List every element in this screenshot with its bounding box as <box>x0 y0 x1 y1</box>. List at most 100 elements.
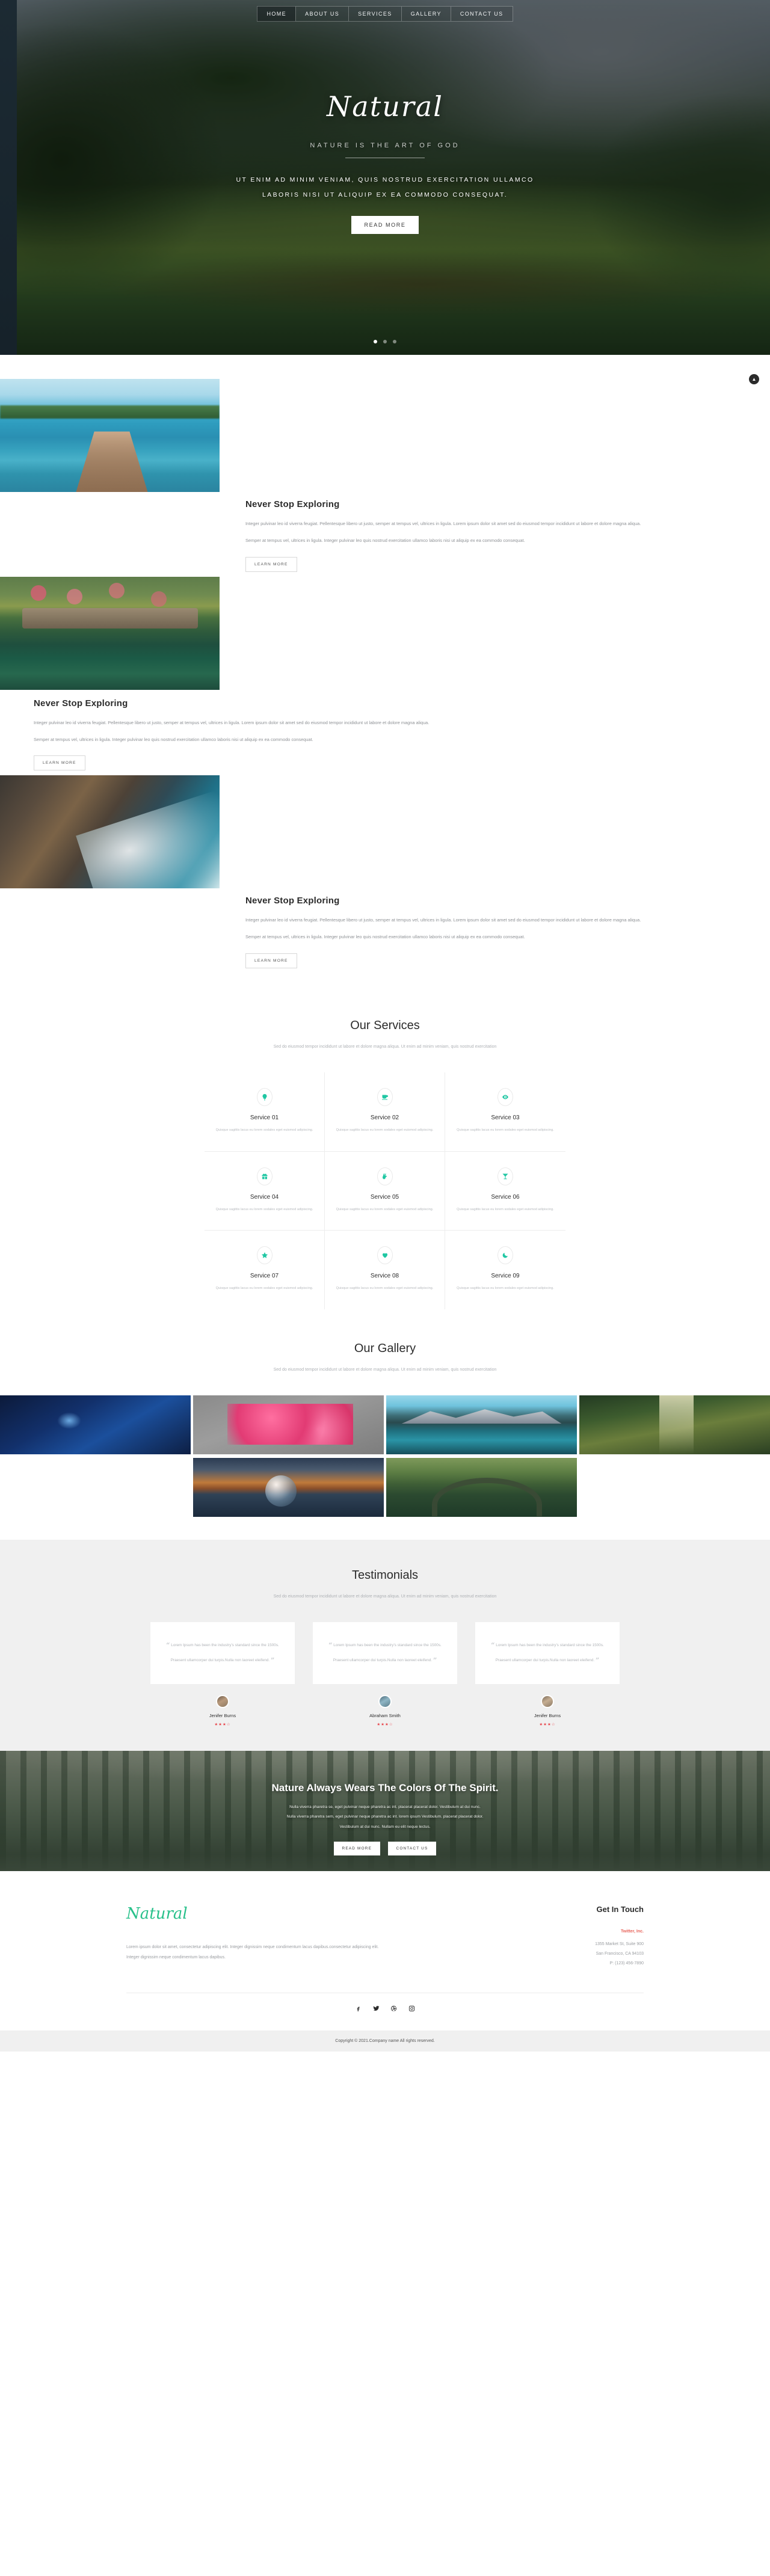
coffee-cup-icon <box>377 1087 393 1106</box>
cta-read-more-button[interactable]: READ MORE <box>333 1842 381 1856</box>
gallery-grid-row-2 <box>0 1458 770 1517</box>
about-block-3: Never Stop Exploring Integer pulvinar le… <box>0 775 770 968</box>
instagram-icon[interactable] <box>408 2004 415 2012</box>
service-card-9-title: Service 09 <box>491 1273 520 1280</box>
testimonial-1-meta: Jenifer Burns ★★★☆ <box>150 1694 295 1727</box>
testimonial-3-meta: Jenifer Burns ★★★☆ <box>475 1694 620 1727</box>
cta-buttons: READ MORE CONTACT US <box>0 1842 770 1856</box>
testimonial-2-quote: Lorem Ipsum has been the industry's stan… <box>333 1643 442 1663</box>
service-card-2[interactable]: Service 02 Quisque sagittis lacus eu lor… <box>325 1072 445 1152</box>
star-icon <box>256 1246 273 1265</box>
cta-heading: Nature Always Wears The Colors Of The Sp… <box>271 1781 499 1794</box>
gallery-image-mountain-lake[interactable] <box>386 1395 577 1455</box>
service-card-5[interactable]: Service 05 Quisque sagittis lacus eu lor… <box>325 1151 445 1231</box>
moon-icon <box>497 1246 513 1265</box>
cta-line-3: Vestibulum at dui nunc. Nullam eu elit n… <box>339 1824 431 1829</box>
service-card-3-desc: Quisque sagittis lacus eu lorem sodales … <box>457 1128 554 1132</box>
service-card-3-title: Service 03 <box>491 1114 520 1121</box>
cta-banner: Nature Always Wears The Colors Of The Sp… <box>0 1750 770 1871</box>
service-card-4[interactable]: Service 04 Quisque sagittis lacus eu lor… <box>205 1151 325 1231</box>
gallery-spacer-left <box>0 1458 191 1517</box>
dribbble-icon[interactable] <box>390 2004 397 2012</box>
cta-contact-us-button[interactable]: CONTACT US <box>387 1842 437 1856</box>
footer-contact-heading: Get In Touch <box>596 1904 644 1914</box>
services-grid: Service 01 Quisque sagittis lacus eu lor… <box>205 1072 565 1309</box>
about-block-2-learn-more-button[interactable]: LEARN MORE <box>34 755 85 771</box>
about-block-3-learn-more-button[interactable]: LEARN MORE <box>245 953 297 968</box>
gallery-image-crystal-ball-sunset[interactable] <box>193 1458 384 1517</box>
quote-open-icon: “ <box>166 1641 170 1650</box>
about-block-1-learn-more-button[interactable]: LEARN MORE <box>245 556 297 572</box>
service-card-1-desc: Quisque sagittis lacus eu lorem sodales … <box>215 1128 313 1132</box>
hero-dot-1[interactable] <box>373 340 377 343</box>
avatar <box>378 1694 392 1708</box>
avatar <box>541 1694 554 1708</box>
about-block-2: Never Stop Exploring Integer pulvinar le… <box>0 576 770 771</box>
footer-columns: Natural Lorem ipsum dolor sit amet, cons… <box>126 1905 644 1969</box>
hero-subtext: UT ENIM AD MINIM VENIAM, QUIS NOSTRUD EX… <box>0 173 770 203</box>
quote-close-icon: ” <box>433 1656 437 1665</box>
testimonial-1-card: “ Lorem Ipsum has been the industry's st… <box>150 1622 295 1684</box>
service-card-4-desc: Quisque sagittis lacus eu lorem sodales … <box>215 1207 313 1211</box>
service-card-7[interactable]: Service 07 Quisque sagittis lacus eu lor… <box>205 1231 325 1309</box>
footer-phone: P: (123) 456-7890 <box>609 1961 644 1966</box>
cta-content: Nature Always Wears The Colors Of The Sp… <box>0 1751 770 1856</box>
gallery-subtitle: Sed do eiusmod tempor incididunt ut labo… <box>273 1367 497 1372</box>
service-card-7-desc: Quisque sagittis lacus eu lorem sodales … <box>215 1286 313 1291</box>
about-block-1: Never Stop Exploring Integer pulvinar le… <box>0 379 770 572</box>
hero-title: Natural <box>327 90 443 123</box>
about-section: ▲ Never Stop Exploring Integer pulvinar … <box>0 355 770 985</box>
service-card-6[interactable]: Service 06 Quisque sagittis lacus eu lor… <box>445 1152 565 1231</box>
eye-icon <box>497 1087 513 1106</box>
service-card-8[interactable]: Service 08 Quisque sagittis lacus eu lor… <box>325 1231 445 1309</box>
service-card-9-desc: Quisque sagittis lacus eu lorem sodales … <box>457 1286 554 1291</box>
peace-hand-icon <box>377 1167 393 1185</box>
hero-read-more-button[interactable]: READ MORE <box>351 216 419 235</box>
hero-dot-2[interactable] <box>383 340 387 343</box>
about-block-2-heading: Never Stop Exploring <box>34 698 128 709</box>
about-block-3-paragraph-2: Semper at tempus vel, ultrices in ligula… <box>245 934 525 940</box>
testimonial-2-card: “ Lorem Ipsum has been the industry's st… <box>313 1622 457 1684</box>
footer-about-text: Lorem ipsum dolor sit amet, consectetur … <box>126 1944 379 1960</box>
service-card-8-desc: Quisque sagittis lacus eu lorem sodales … <box>336 1286 434 1291</box>
footer-logo: Natural <box>126 1904 188 1923</box>
gallery-image-pink-blossom[interactable] <box>193 1395 384 1455</box>
service-card-2-desc: Quisque sagittis lacus eu lorem sodales … <box>336 1128 434 1132</box>
hero-carousel-dots <box>0 336 770 346</box>
facebook-icon[interactable] <box>355 2004 362 2012</box>
services-subtitle: Sed do eiusmod tempor incididunt ut labo… <box>273 1044 497 1049</box>
footer-about-column: Natural Lorem ipsum dolor sit amet, cons… <box>126 1905 385 1969</box>
gallery-image-forest-light[interactable] <box>579 1395 770 1455</box>
cocktail-icon <box>497 1167 513 1185</box>
service-card-9[interactable]: Service 09 Quisque sagittis lacus eu lor… <box>445 1231 565 1309</box>
gallery-image-stone-arch-bridge[interactable] <box>386 1458 577 1517</box>
cta-line-2: Nulla viverra pharetra sem, eget pulvina… <box>286 1815 484 1819</box>
about-image-coastal-cliff <box>0 775 220 889</box>
testimonials-section: Testimonials Sed do eiusmod tempor incid… <box>0 1540 770 1751</box>
service-card-4-title: Service 04 <box>250 1193 279 1200</box>
footer-social-links <box>0 1993 770 2030</box>
testimonial-1-quote-wrap: “ Lorem Ipsum has been the industry's st… <box>162 1638 283 1668</box>
services-heading: Our Services <box>350 1018 420 1032</box>
hero-dot-3[interactable] <box>393 340 397 343</box>
service-card-3[interactable]: Service 03 Quisque sagittis lacus eu lor… <box>445 1072 565 1152</box>
hero-content: Natural NATURE IS THE ART OF GOD UT ENIM… <box>0 0 770 235</box>
quote-open-icon: “ <box>328 1641 333 1650</box>
gallery-grid-row-1 <box>0 1395 770 1455</box>
footer-contact-column: Get In Touch Twitter, Inc. 1355 Market S… <box>505 1905 644 1969</box>
footer-company-name: Twitter, Inc. <box>621 1929 644 1934</box>
gallery-image-blue-forest-mushroom[interactable] <box>0 1395 191 1455</box>
avatar <box>216 1694 229 1708</box>
about-block-2-text: Never Stop Exploring Integer pulvinar le… <box>0 690 525 771</box>
twitter-icon[interactable] <box>373 2004 380 2011</box>
service-card-6-desc: Quisque sagittis lacus eu lorem sodales … <box>457 1207 554 1211</box>
about-block-1-text: Never Stop Exploring Integer pulvinar le… <box>245 492 770 572</box>
footer: Natural Lorem ipsum dolor sit amet, cons… <box>0 1871 770 2052</box>
about-block-3-paragraph-1: Integer pulvinar leo id viverra feugiat.… <box>245 917 641 923</box>
about-block-3-text: Never Stop Exploring Integer pulvinar le… <box>245 888 770 968</box>
services-section: Our Services Sed do eiusmod tempor incid… <box>0 985 770 1315</box>
service-card-1[interactable]: Service 01 Quisque sagittis lacus eu lor… <box>205 1072 325 1152</box>
cta-paragraph: Nulla viverra pharetra se, eget pulvinar… <box>0 1803 770 1832</box>
footer-address-line-1: 1355 Market St, Suite 900 <box>595 1941 644 1946</box>
hero-tagline: NATURE IS THE ART OF GOD <box>310 142 460 149</box>
